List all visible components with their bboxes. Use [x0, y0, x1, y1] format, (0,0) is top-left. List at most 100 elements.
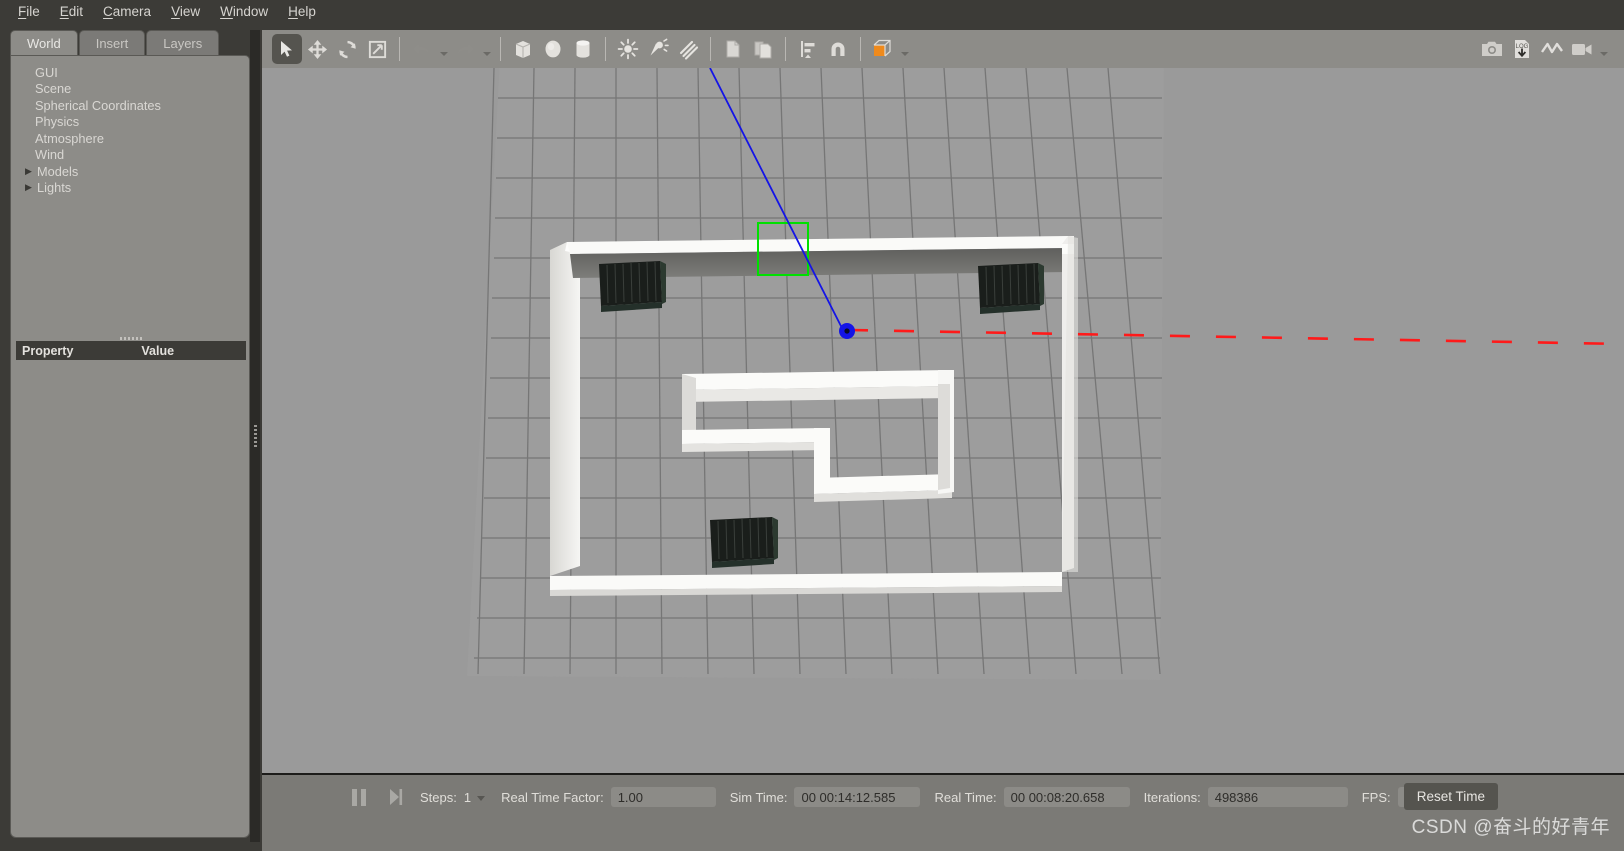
robot-model[interactable] [978, 263, 1044, 314]
tree-item-physics[interactable]: Physics [11, 114, 251, 131]
iterations-value: 498386 [1207, 787, 1348, 807]
paste-icon [754, 41, 772, 59]
scale-mode-button[interactable] [362, 34, 392, 64]
sim-time-label: Sim Time: [729, 789, 788, 805]
real-time-factor-value: 1.00 [610, 787, 716, 807]
scale-icon [368, 40, 386, 58]
paste-button[interactable] [748, 34, 778, 64]
robot-model[interactable] [599, 261, 666, 312]
step-forward-button[interactable] [388, 788, 404, 806]
tree-item-scene[interactable]: Scene [11, 81, 251, 98]
undo-button[interactable] [407, 34, 437, 64]
tree-item-lights[interactable]: ▶ Lights [11, 180, 251, 197]
splitter-dots-icon [120, 336, 142, 340]
sphere-icon [545, 40, 561, 58]
rotate-mode-button[interactable] [332, 34, 362, 64]
video-record-button[interactable] [1567, 34, 1597, 64]
real-time-factor-label: Real Time Factor: [501, 789, 604, 805]
spot-light-icon [650, 38, 669, 56]
gazebo-window: File Edit Camera View Window Help World … [0, 0, 1624, 851]
sim-time-value: 00 00:14:12.585 [794, 787, 921, 807]
undo-dropdown[interactable] [437, 34, 450, 64]
render-viewport[interactable] [262, 68, 1624, 773]
world-panel: GUI Scene Spherical Coordinates Physics … [10, 55, 250, 838]
steps-value[interactable]: 1 [464, 790, 471, 805]
world-tree: GUI Scene Spherical Coordinates Physics … [11, 64, 251, 196]
statusbar: Steps: 1 Real Time Factor: 1.00 Sim Time… [262, 773, 1624, 851]
video-record-dropdown[interactable] [1597, 34, 1610, 64]
align-icon [801, 41, 815, 58]
robot-model[interactable] [710, 517, 778, 568]
toolbar-separator [399, 37, 400, 61]
view-angle-dropdown[interactable] [898, 34, 911, 64]
redo-dropdown[interactable] [480, 34, 493, 64]
point-light-icon [617, 38, 639, 60]
dock-viewport-splitter[interactable] [250, 30, 260, 842]
tree-item-atmosphere[interactable]: Atmosphere [11, 130, 251, 147]
property-table-header: Property Value [16, 341, 246, 360]
scene-render [262, 68, 1624, 773]
move-arrows-icon [307, 39, 327, 59]
tree-item-spherical-coordinates[interactable]: Spherical Coordinates [11, 97, 251, 114]
step-forward-icon [390, 789, 403, 805]
reset-time-button[interactable]: Reset Time [1403, 783, 1498, 810]
toolbar-separator [710, 37, 711, 61]
insert-sphere-button[interactable] [538, 34, 568, 64]
toolbar-separator [860, 37, 861, 61]
chevron-right-icon[interactable]: ▶ [25, 183, 37, 192]
origin-marker[interactable] [839, 323, 855, 339]
menu-file[interactable]: File [8, 2, 50, 21]
log-download-icon: LOG [1515, 40, 1529, 58]
arrow-cursor-icon [281, 41, 292, 57]
left-dock: World Insert Layers GUI Scene Spherical … [10, 30, 260, 842]
menubar: File Edit Camera View Window Help [0, 0, 1624, 22]
chevron-right-icon[interactable]: ▶ [25, 166, 37, 176]
tree-item-wind[interactable]: Wind [11, 147, 251, 164]
menu-view[interactable]: View [161, 2, 210, 21]
tree-item-models[interactable]: ▶ Models [11, 163, 251, 180]
tree-item-gui[interactable]: GUI [11, 64, 251, 81]
select-mode-button[interactable] [272, 34, 302, 64]
insert-point-light-button[interactable] [613, 34, 643, 64]
menu-camera[interactable]: Camera [93, 2, 161, 21]
plot-line-icon [1541, 42, 1563, 54]
toolbar-right-group: LOG [1477, 34, 1624, 64]
toolbar-separator [785, 37, 786, 61]
tab-insert[interactable]: Insert [78, 30, 146, 55]
copy-button[interactable] [718, 34, 748, 64]
magnet-snap-icon [831, 42, 845, 56]
menu-window[interactable]: Window [210, 2, 278, 21]
toolbar-separator [605, 37, 606, 61]
video-camera-icon [1572, 44, 1592, 55]
menu-help[interactable]: Help [278, 2, 326, 21]
snap-button[interactable] [823, 34, 853, 64]
insert-cylinder-button[interactable] [568, 34, 598, 64]
real-time-value: 00 00:08:20.658 [1003, 787, 1130, 807]
insert-directional-light-button[interactable] [673, 34, 703, 64]
directional-light-icon [679, 40, 699, 60]
cylinder-icon [576, 40, 590, 58]
rotate-icon [338, 40, 356, 58]
steps-dropdown-caret-icon[interactable] [477, 796, 486, 801]
fps-label: FPS: [1361, 789, 1391, 805]
align-button[interactable] [793, 34, 823, 64]
pause-button[interactable] [352, 788, 366, 806]
tab-layers[interactable]: Layers [146, 30, 220, 55]
column-header-value: Value [141, 343, 175, 358]
redo-arrow-icon [457, 43, 475, 55]
insert-box-button[interactable] [508, 34, 538, 64]
undo-arrow-icon [412, 43, 430, 55]
plot-button[interactable] [1537, 34, 1567, 64]
screenshot-button[interactable] [1477, 34, 1507, 64]
menu-edit[interactable]: Edit [50, 2, 93, 21]
real-time-label: Real Time: [934, 789, 997, 805]
redo-button[interactable] [450, 34, 480, 64]
view-angle-button[interactable] [868, 34, 898, 64]
translate-mode-button[interactable] [302, 34, 332, 64]
insert-spot-light-button[interactable] [643, 34, 673, 64]
camera-icon [1482, 41, 1502, 56]
tab-world[interactable]: World [10, 30, 78, 55]
csdn-watermark: CSDN @奋斗的好青年 [1411, 817, 1610, 838]
orange-cube-icon [873, 39, 891, 57]
log-record-button[interactable]: LOG [1507, 34, 1537, 64]
